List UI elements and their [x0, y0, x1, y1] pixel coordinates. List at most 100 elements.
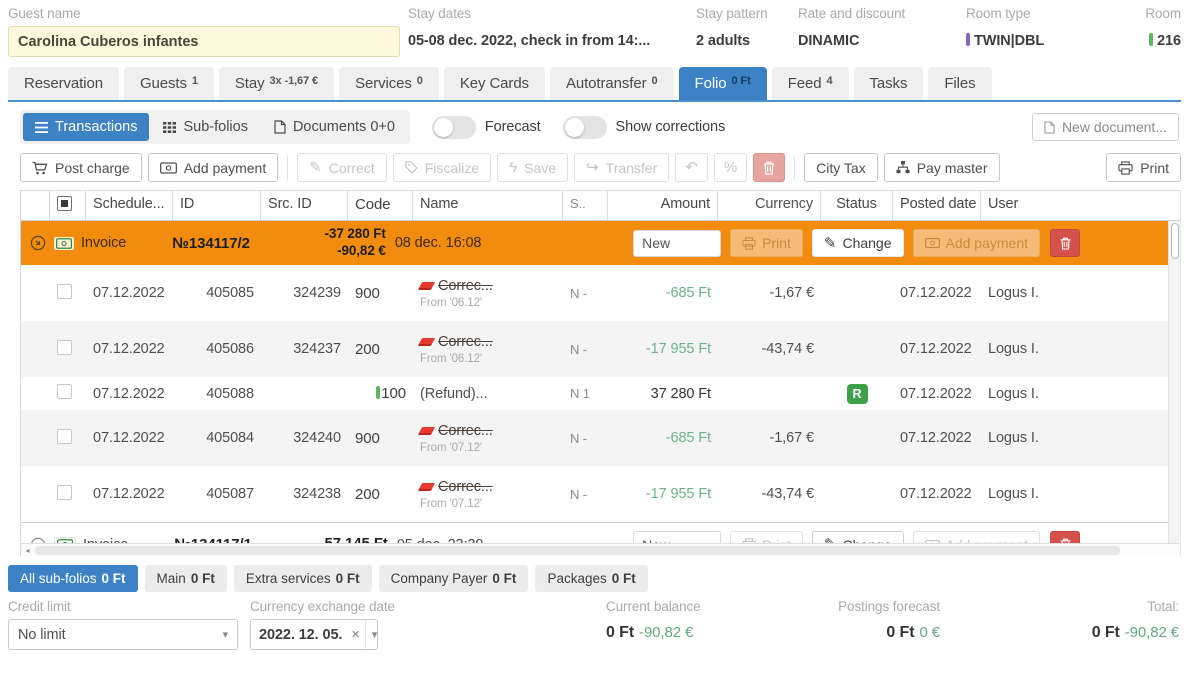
credit-limit-select[interactable]: No limit ▾ [8, 619, 238, 650]
horizontal-scrollbar[interactable]: ◂ [21, 543, 1180, 556]
subfolio-tab-main[interactable]: Main0 Ft [145, 565, 227, 592]
invoice-banknote-icon [54, 237, 74, 250]
sitemap-icon [896, 161, 910, 174]
column-currency[interactable]: Currency [718, 191, 821, 220]
column-schedule[interactable]: Schedule... [86, 191, 173, 220]
tab-feed[interactable]: Feed4 [772, 67, 849, 100]
transaction-row[interactable]: 07.12.2022 405085 324239 900 Correc... F… [21, 265, 1168, 321]
cell-code: 900 [348, 430, 413, 447]
delete-button[interactable] [753, 153, 785, 182]
row-checkbox[interactable] [57, 384, 72, 399]
correct-button[interactable]: ✎Correct [297, 153, 386, 182]
sub-folios-view-button[interactable]: Sub-folios [151, 113, 259, 141]
invoice-delete-button[interactable] [1050, 531, 1080, 544]
subfolio-tab-extra-services[interactable]: Extra services0 Ft [234, 565, 372, 592]
transaction-row[interactable]: 07.12.2022 405088 100 (Refund)... N 1 37… [21, 377, 1168, 410]
column-src-id[interactable]: Src. ID [261, 191, 348, 220]
open-calendar-control[interactable]: ▾ [365, 620, 383, 649]
invoice-row[interactable]: Invoice №134117/1 57 145 Ft 05 dec. 23:3… [21, 522, 1168, 543]
add-payment-button[interactable]: Add payment [148, 153, 279, 182]
exchange-date-picker[interactable]: 2022. 12. 05. × ▾ [250, 619, 378, 650]
invoice-print-button[interactable]: Print [730, 229, 803, 257]
postings-forecast-label: Postings forecast [824, 599, 940, 614]
invoice-change-button[interactable]: ✎ Change [812, 229, 904, 257]
tab-reservation[interactable]: Reservation [8, 67, 119, 100]
cell-schedule: 07.12.2022 [86, 386, 173, 402]
row-checkbox[interactable] [57, 429, 72, 444]
column-posted-date[interactable]: Posted date [893, 191, 981, 220]
post-charge-button[interactable]: Post charge [20, 153, 142, 182]
tab-files[interactable]: Files [928, 67, 991, 100]
toolbar-separator [794, 156, 795, 180]
vertical-scrollbar-thumb[interactable] [1171, 223, 1179, 259]
clear-date-icon[interactable]: × [346, 627, 364, 643]
forecast-toggle[interactable]: Forecast [432, 116, 541, 139]
tab-services[interactable]: Services0 [339, 67, 439, 100]
invoice-type: Invoice [81, 235, 126, 251]
column-amount[interactable]: Amount [608, 191, 718, 220]
guest-name-input[interactable] [8, 26, 400, 57]
vertical-scrollbar[interactable] [1168, 221, 1180, 543]
invoice-row-selected[interactable]: Invoice №134117/2 -37 280 Ft -90,82 € 08… [21, 221, 1168, 265]
invoice-status-input[interactable] [633, 230, 721, 257]
fiscalize-button[interactable]: Fiscalize [393, 153, 491, 182]
view-switch-group: Transactions Sub-folios Documents 0+0 [20, 110, 410, 144]
correction-eraser-icon [418, 483, 435, 491]
grid-icon [163, 122, 176, 133]
cell-name-origin: From '06.12' [420, 297, 556, 309]
invoice-status-input[interactable] [633, 531, 721, 543]
transaction-row[interactable]: 07.12.2022 405084 324240 900 Correc... F… [21, 410, 1168, 466]
tab-bar: Reservation Guests1 Stay3x -1,67 € Servi… [8, 67, 1181, 102]
undo-button[interactable]: ↶ [675, 153, 708, 182]
invoice-print-button[interactable]: Print [730, 531, 803, 544]
tab-autotransfer[interactable]: Autotransfer0 [550, 67, 674, 100]
column-code[interactable]: Code [348, 191, 413, 220]
column-user[interactable]: User [981, 191, 1166, 220]
subfolio-tab-packages[interactable]: Packages0 Ft [535, 565, 647, 592]
horizontal-scrollbar-thumb[interactable] [35, 546, 1120, 555]
show-corrections-toggle[interactable]: Show corrections [563, 116, 726, 139]
save-button[interactable]: ϟSave [497, 153, 568, 182]
row-checkbox[interactable] [57, 340, 72, 355]
cell-posted-date: 07.12.2022 [893, 341, 981, 357]
transaction-row[interactable]: 07.12.2022 405086 324237 200 Correc... F… [21, 321, 1168, 377]
tab-tasks[interactable]: Tasks [854, 67, 924, 100]
select-all-checkbox[interactable] [57, 196, 72, 211]
transfer-button[interactable]: ↪Transfer [574, 153, 669, 182]
pay-master-button[interactable]: Pay master [884, 153, 1000, 182]
print-button[interactable]: Print [1106, 153, 1181, 182]
percent-button[interactable]: % [714, 153, 747, 182]
cell-user: Logus I. [981, 341, 1168, 357]
row-checkbox[interactable] [57, 284, 72, 299]
invoice-add-payment-button[interactable]: Add payment [913, 229, 1041, 257]
scroll-left-arrow[interactable]: ◂ [21, 544, 34, 557]
transaction-row[interactable]: 07.12.2022 405087 324238 200 Correc... F… [21, 466, 1168, 522]
tab-stay[interactable]: Stay3x -1,67 € [219, 67, 334, 100]
rate-value: DINAMIC [798, 26, 966, 49]
city-tax-button[interactable]: City Tax [804, 153, 878, 182]
collapse-invoice-icon[interactable] [30, 235, 46, 251]
show-corrections-toggle-track[interactable] [563, 116, 607, 139]
forecast-toggle-track[interactable] [432, 116, 476, 139]
subfolio-tab-all[interactable]: All sub-folios0 Ft [8, 565, 138, 592]
collapse-invoice-icon[interactable] [30, 537, 46, 544]
invoice-add-payment-button[interactable]: Add payment [913, 531, 1041, 544]
tab-key-cards[interactable]: Key Cards [444, 67, 545, 100]
transactions-view-button[interactable]: Transactions [23, 113, 149, 141]
column-status[interactable]: Status [821, 191, 893, 220]
column-name[interactable]: Name [413, 191, 563, 220]
row-checkbox[interactable] [57, 485, 72, 500]
new-document-button[interactable]: New document... [1032, 113, 1179, 141]
tab-folio[interactable]: Folio0 Ft [679, 67, 767, 100]
tab-guests[interactable]: Guests1 [124, 67, 214, 100]
subfolio-tab-company-payer[interactable]: Company Payer0 Ft [379, 565, 529, 592]
cart-icon [32, 161, 48, 175]
invoice-delete-button[interactable] [1050, 229, 1080, 257]
column-s[interactable]: S.. [563, 191, 608, 220]
invoice-change-button[interactable]: ✎ Change [812, 531, 904, 544]
stay-dates-label: Stay dates [408, 6, 696, 21]
correction-eraser-icon [418, 282, 435, 290]
documents-view-button[interactable]: Documents 0+0 [262, 113, 407, 141]
column-id[interactable]: ID [173, 191, 261, 220]
show-corrections-toggle-knob [565, 118, 584, 137]
